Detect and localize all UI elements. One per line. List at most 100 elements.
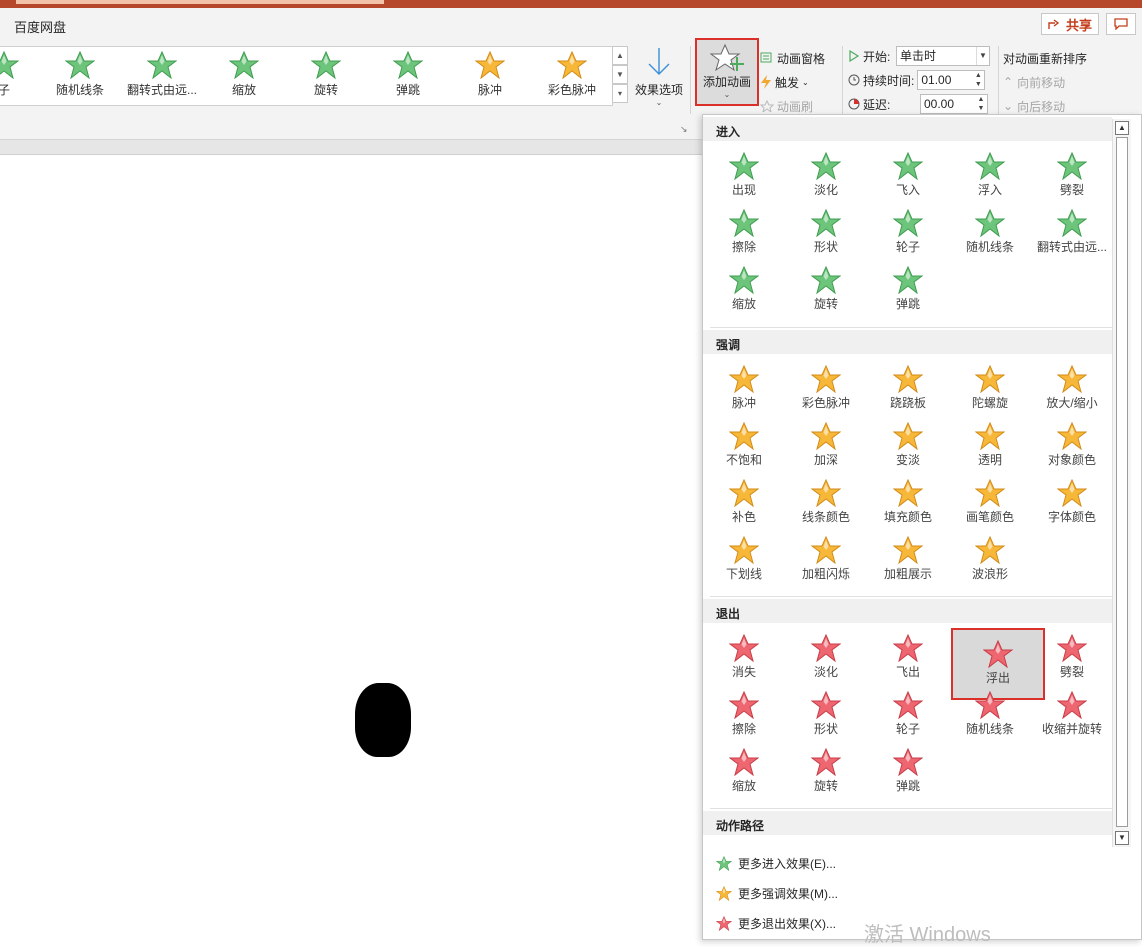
animation-effect-item[interactable]: 缩放 [703, 744, 785, 800]
animation-effect-item[interactable]: 画笔颜色 [949, 475, 1031, 531]
gallery-item[interactable]: 随机线条 [40, 51, 120, 98]
delay-value: 00.00 [924, 97, 955, 111]
comments-button[interactable] [1106, 13, 1136, 35]
start-label: 开始: [863, 49, 891, 64]
animation-effect-item[interactable]: 轮子 [867, 687, 949, 743]
animation-effect-item[interactable]: 浮入 [949, 148, 1031, 204]
more-effects-link[interactable]: 更多进入效果(E)... [716, 855, 836, 872]
animation-effect-item[interactable]: 字体颜色 [1031, 475, 1113, 531]
more-effects-link[interactable]: 更多强调效果(M)... [716, 885, 838, 902]
animation-effect-item[interactable]: 线条颜色 [785, 475, 867, 531]
section-header [703, 117, 1112, 141]
animation-effect-item[interactable]: 对象颜色 [1031, 418, 1113, 474]
down-arrow-icon [648, 48, 670, 75]
effect-options-button[interactable]: 效果选项 ⌄ [632, 46, 686, 107]
share-button[interactable]: 共享 [1041, 13, 1099, 35]
animation-effect-item[interactable]: 陀螺旋 [949, 361, 1031, 417]
animation-effect-item[interactable]: 旋转 [785, 744, 867, 800]
animation-effect-label: 弹跳 [895, 297, 920, 311]
spinner-arrows-icon[interactable]: ▲ ▼ [975, 95, 987, 113]
animation-effect-label: 擦除 [731, 240, 756, 254]
animation-effect-item[interactable]: 脉冲 [703, 361, 785, 417]
animation-effect-item[interactable]: 飞出 [867, 630, 949, 686]
animation-effect-item[interactable]: 填充颜色 [867, 475, 949, 531]
animation-effect-item[interactable]: 弹跳 [867, 744, 949, 800]
animation-effect-item[interactable]: 形状 [785, 687, 867, 743]
animation-star-icon [729, 536, 759, 564]
animation-effect-label: 翻转式由远... [1036, 240, 1107, 254]
animation-effect-item[interactable]: 消失 [703, 630, 785, 686]
gallery-item[interactable]: 彩色脉冲 [532, 51, 612, 98]
animation-effect-label: 对象颜色 [1047, 453, 1096, 467]
animation-effect-label: 形状 [813, 240, 838, 254]
animation-effect-item[interactable]: 跷跷板 [867, 361, 949, 417]
animation-effect-item[interactable]: 加粗闪烁 [785, 532, 867, 588]
scroll-down-button[interactable]: ▼ [1115, 831, 1129, 845]
animation-effect-item[interactable]: 旋转 [785, 262, 867, 318]
gallery-item-label: 翻转式由远... [126, 83, 197, 97]
animation-effect-item[interactable]: 轮子 [867, 205, 949, 261]
scroll-thumb[interactable] [1116, 137, 1128, 827]
gallery-down-button[interactable]: ▼ [612, 65, 628, 84]
animation-star-icon [729, 479, 759, 507]
more-effects-link[interactable]: 更多退出效果(X)... [716, 915, 836, 932]
slide-shape[interactable] [355, 683, 411, 757]
animation-effect-item[interactable]: 透明 [949, 418, 1031, 474]
gallery-item[interactable]: 弹跳 [368, 51, 448, 98]
trigger-button[interactable]: 触发 ⌄ [760, 70, 825, 94]
animation-effect-item[interactable]: 变淡 [867, 418, 949, 474]
animation-effect-item[interactable]: 翻转式由远... [1031, 205, 1113, 261]
animation-effect-item[interactable]: 下划线 [703, 532, 785, 588]
animation-effect-item[interactable]: 彩色脉冲 [785, 361, 867, 417]
animation-effect-item[interactable]: 加粗展示 [867, 532, 949, 588]
gallery-more-button[interactable]: ▾ [612, 84, 628, 103]
animation-effect-item[interactable]: 加深 [785, 418, 867, 474]
animation-effect-item[interactable]: 随机线条 [949, 687, 1031, 743]
tab-baidu-netdisk[interactable]: 百度网盘 [14, 17, 66, 36]
animation-effect-item[interactable]: 形状 [785, 205, 867, 261]
animation-effect-item[interactable]: 劈裂 [1031, 148, 1113, 204]
gallery-item[interactable]: 缩放 [204, 51, 284, 98]
animation-effect-item[interactable]: 擦除 [703, 205, 785, 261]
delay-spinner[interactable]: 00.00 ▲ ▼ [920, 94, 988, 114]
duration-spinner[interactable]: 01.00 ▲ ▼ [917, 70, 986, 90]
spinner-arrows-icon[interactable]: ▲ ▼ [972, 71, 984, 89]
animation-effect-item[interactable]: 随机线条 [949, 205, 1031, 261]
animation-effect-item[interactable]: 放大/缩小 [1031, 361, 1113, 417]
animation-effect-item[interactable]: 收缩并旋转 [1031, 687, 1113, 743]
animation-effect-item[interactable]: 淡化 [785, 630, 867, 686]
animation-painter-icon [760, 100, 774, 112]
start-select[interactable]: 单击时 ▼ [896, 46, 990, 66]
animation-effect-label: 缩放 [731, 779, 756, 793]
dropdown-scrollbar[interactable]: ▲ ▼ [1112, 119, 1131, 847]
move-earlier-button[interactable]: ⌃ 向前移动 [1003, 70, 1113, 94]
gallery-item[interactable]: 脉冲 [450, 51, 530, 98]
animation-effect-item[interactable]: 补色 [703, 475, 785, 531]
animation-effect-label: 弹跳 [895, 779, 920, 793]
gallery-item[interactable]: 旋转 [286, 51, 366, 98]
gallery-item-label: 旋转 [313, 83, 338, 97]
scroll-up-button[interactable]: ▲ [1115, 121, 1129, 135]
animation-effect-label: 飞出 [895, 665, 920, 679]
search-box[interactable] [16, 0, 384, 4]
gallery-item-label: 彩色脉冲 [547, 83, 596, 97]
gallery-item[interactable]: 子 [0, 51, 44, 98]
add-animation-button[interactable]: 添加动画 ⌄ [695, 38, 759, 106]
animation-effect-item[interactable]: 波浪形 [949, 532, 1031, 588]
gallery-item-label: 弹跳 [395, 83, 420, 97]
animation-effect-item[interactable]: 缩放 [703, 262, 785, 318]
animation-effect-item[interactable]: 弹跳 [867, 262, 949, 318]
animation-pane-button[interactable]: 动画窗格 [760, 46, 825, 70]
animation-effect-item[interactable]: 劈裂 [1031, 630, 1113, 686]
dialog-launcher-icon[interactable]: ↘ [680, 124, 688, 135]
animation-effect-item[interactable]: 不饱和 [703, 418, 785, 474]
animation-effect-label: 加深 [813, 453, 838, 467]
animation-effect-item[interactable]: 淡化 [785, 148, 867, 204]
animation-effect-item[interactable]: 飞入 [867, 148, 949, 204]
gallery-scroll[interactable]: ▲ ▼ ▾ [612, 46, 628, 104]
animation-effect-item[interactable]: 出现 [703, 148, 785, 204]
more-effects-star-icon [716, 856, 732, 871]
gallery-item[interactable]: 翻转式由远... [122, 51, 202, 98]
animation-effect-item[interactable]: 擦除 [703, 687, 785, 743]
gallery-up-button[interactable]: ▲ [612, 46, 628, 65]
